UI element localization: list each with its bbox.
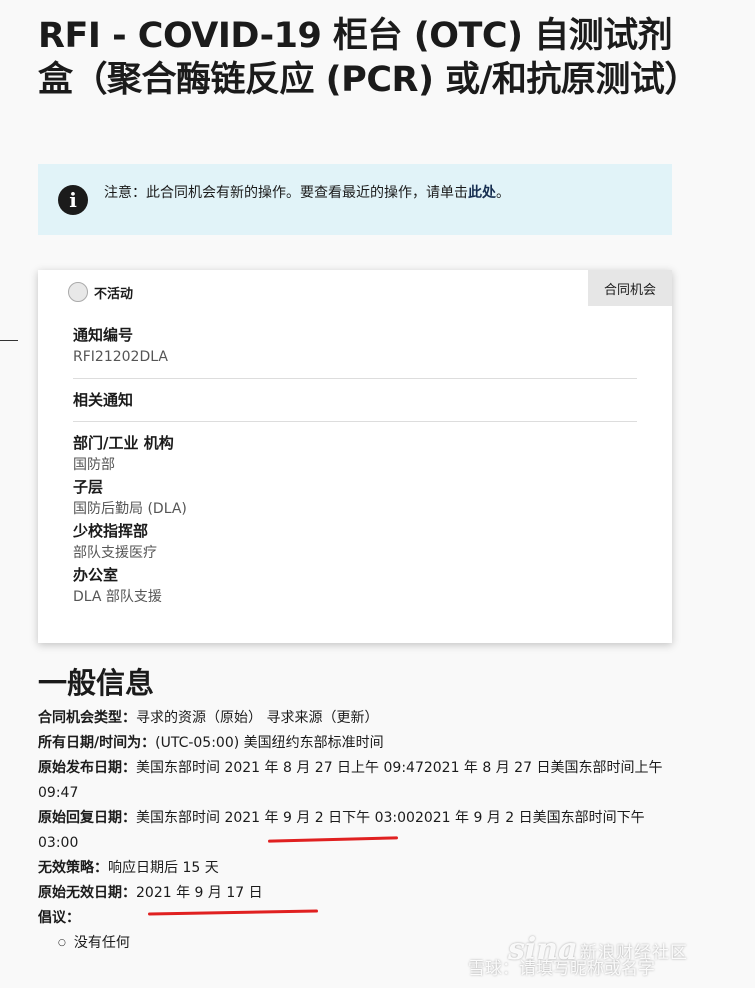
general-info-title: 一般信息 <box>38 666 155 700</box>
info-row-published: 原始发布日期：美国东部时间 2021 年 8 月 27 日上午 09:47202… <box>38 756 678 806</box>
notice-punct: 。 <box>496 185 510 201</box>
divider <box>0 340 18 341</box>
info-label: 原始回复日期： <box>38 810 136 826</box>
notice-text: 注意：此合同机会有新的操作。要查看最近的操作，请单击此处。 <box>104 182 510 204</box>
notice-id-value: RFI21202DLA <box>73 349 168 365</box>
tab-contract-opportunity[interactable]: 合同机会 <box>588 270 672 306</box>
info-label: 所有日期/时间为： <box>38 735 156 751</box>
office-label: 办公室 <box>73 566 119 584</box>
status-indicator: 不活动 <box>68 282 133 302</box>
notice-banner: i 注意：此合同机会有新的操作。要查看最近的操作，请单击此处。 <box>38 164 672 235</box>
status-radio-icon <box>68 282 88 302</box>
office-value: DLA 部队支援 <box>73 589 162 605</box>
notice-message: 注意：此合同机会有新的操作。要查看最近的操作，请单击 <box>104 185 468 201</box>
watermark-text: 雪球：请填写昵称或名字 <box>468 959 655 979</box>
watermark: sina 新浪财经社区 雪球：请填写昵称或名字 <box>468 912 755 988</box>
status-label: 不活动 <box>94 286 134 302</box>
department-value: 国防部 <box>73 457 115 473</box>
info-value: 响应日期后 15 天 <box>108 860 219 876</box>
info-row-response: 原始回复日期：美国东部时间 2021 年 9 月 2 日下午 03:002021… <box>38 806 678 856</box>
info-icon: i <box>58 185 88 215</box>
info-value: 寻求的资源（原始） 寻求来源（更新） <box>136 710 379 726</box>
notice-link[interactable]: 此处 <box>468 185 496 201</box>
divider <box>73 378 637 379</box>
info-value: (UTC-05:00) 美国纽约东部标准时间 <box>155 735 384 751</box>
notice-id-label: 通知编号 <box>73 326 134 344</box>
info-value: 2021 年 9 月 17 日 <box>136 885 263 901</box>
divider <box>73 421 637 422</box>
info-row-inactive-date: 原始无效日期：2021 年 9 月 17 日 <box>38 881 678 906</box>
subtier-label: 子层 <box>73 478 104 496</box>
info-row-inactive-policy: 无效策略：响应日期后 15 天 <box>38 856 678 881</box>
info-label: 合同机会类型： <box>38 710 136 726</box>
info-label: 原始无效日期： <box>38 885 136 901</box>
info-row-type: 合同机会类型：寻求的资源（原始） 寻求来源（更新） <box>38 706 678 731</box>
major-command-label: 少校指挥部 <box>73 522 149 540</box>
card-body: 通知编号 RFI21202DLA 相关通知 部门/工业 机构 国防部 子层 国防… <box>73 324 637 608</box>
page-title: RFI - COVID-19 柜台 (OTC) 自测试剂盒（聚合酶链反应 (PC… <box>38 16 699 100</box>
related-notices-label: 相关通知 <box>73 391 134 409</box>
department-label: 部门/工业 机构 <box>73 434 174 452</box>
major-command-value: 部队支援医疗 <box>73 545 157 561</box>
info-row-timezone: 所有日期/时间为：(UTC-05:00) 美国纽约东部标准时间 <box>38 731 678 756</box>
info-label: 原始发布日期： <box>38 760 136 776</box>
opportunity-card: 不活动 合同机会 通知编号 RFI21202DLA 相关通知 部门/工业 机构 … <box>38 270 672 643</box>
subtier-value: 国防后勤局 (DLA) <box>73 501 187 517</box>
info-label: 倡议： <box>38 910 80 926</box>
info-label: 无效策略： <box>38 860 108 876</box>
